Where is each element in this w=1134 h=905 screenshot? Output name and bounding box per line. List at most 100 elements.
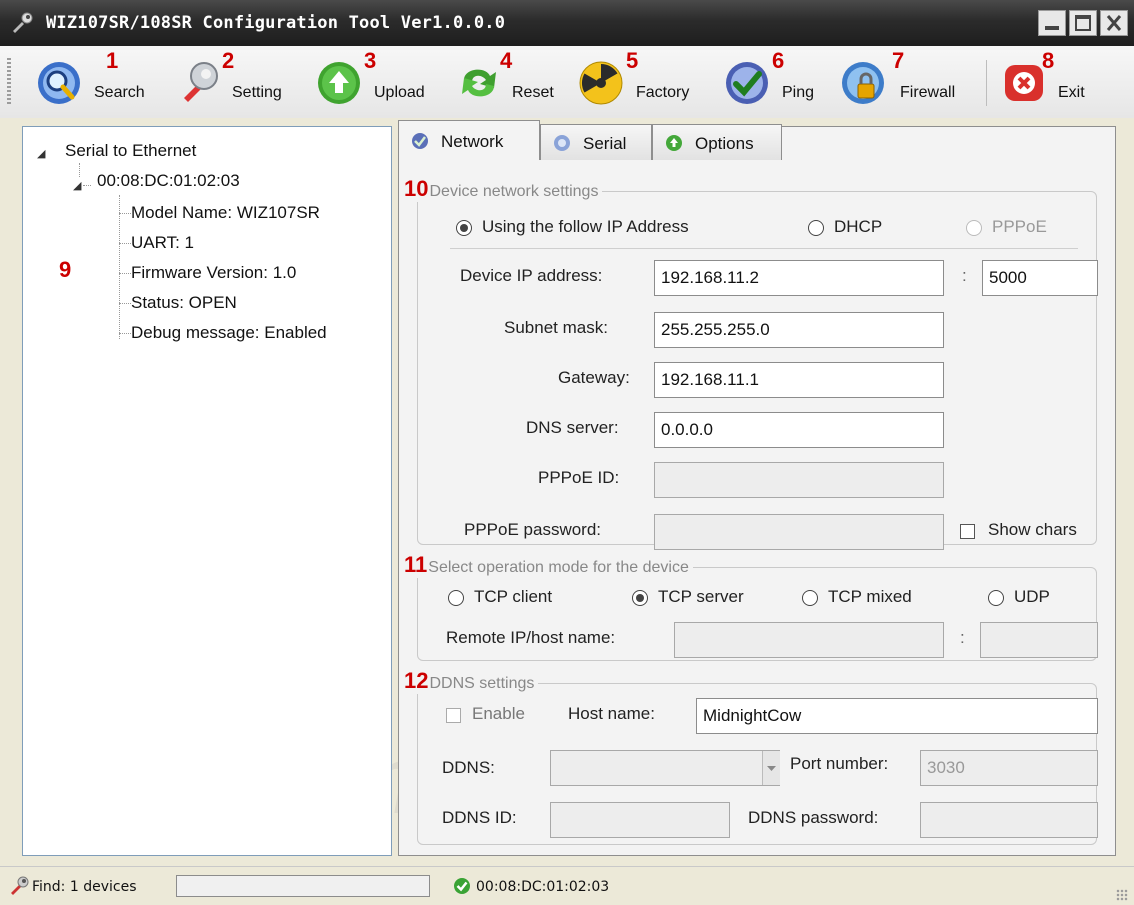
callout-number: 2 bbox=[222, 48, 235, 73]
tree-item[interactable]: UART: 1 bbox=[131, 233, 194, 253]
tab-serial-label: Serial bbox=[583, 134, 627, 153]
radio-tcp-mixed-label: TCP mixed bbox=[828, 587, 912, 606]
radio-udp-label: UDP bbox=[1014, 587, 1050, 606]
port-number-input[interactable]: 3030 bbox=[920, 750, 1098, 786]
setting-button[interactable]: 2 Setting bbox=[174, 48, 304, 110]
check-circle-icon bbox=[454, 878, 470, 894]
wrench-app-icon bbox=[13, 12, 33, 33]
wrench-icon bbox=[184, 62, 218, 102]
serial-tab-icon bbox=[554, 135, 570, 151]
toolbar: 1 Search 2 Setting 3 Upload 4 Reset 5 Fa… bbox=[0, 46, 1134, 119]
firewall-button[interactable]: 7 Firewall bbox=[840, 48, 978, 110]
device-port-input[interactable]: 5000 bbox=[982, 260, 1098, 296]
radio-static-ip[interactable] bbox=[456, 220, 472, 236]
radio-udp[interactable] bbox=[988, 590, 1004, 606]
port-separator: : bbox=[962, 266, 967, 285]
callout-number: 6 bbox=[772, 48, 785, 73]
ddns-enable-label: Enable bbox=[472, 704, 525, 723]
port-number-label: Port number: bbox=[790, 754, 889, 773]
search-progress-bar bbox=[176, 875, 430, 897]
pppoe-id-input[interactable] bbox=[654, 462, 944, 498]
tree-item[interactable]: Model Name: WIZ107SR bbox=[131, 203, 320, 223]
maximize-button[interactable] bbox=[1069, 10, 1097, 36]
remote-port-input[interactable] bbox=[980, 622, 1098, 658]
group-legend: 11Select operation mode for the device bbox=[404, 552, 693, 578]
ping-icon bbox=[726, 62, 768, 104]
close-button[interactable] bbox=[1100, 10, 1128, 36]
radio-tcp-server-label: TCP server bbox=[658, 587, 744, 606]
search-icon bbox=[38, 62, 80, 104]
device-tree[interactable]: ◢ Serial to Ethernet ◢ 00:08:DC:01:02:03… bbox=[22, 126, 392, 856]
expand-arrow-icon[interactable]: ◢ bbox=[37, 147, 45, 160]
search-button[interactable]: 1 Search bbox=[36, 48, 162, 110]
minimize-button[interactable] bbox=[1038, 10, 1066, 36]
firewall-icon bbox=[842, 62, 884, 104]
gateway-input[interactable]: 192.168.11.1 bbox=[654, 362, 944, 398]
ddns-password-input[interactable] bbox=[920, 802, 1098, 838]
firewall-label: Firewall bbox=[900, 84, 956, 101]
selected-device-mac: 00:08:DC:01:02:03 bbox=[476, 879, 610, 895]
radio-pppoe-label: PPPoE bbox=[992, 217, 1047, 236]
remote-host-input[interactable] bbox=[674, 622, 944, 658]
expand-arrow-icon[interactable]: ◢ bbox=[73, 179, 81, 192]
pppoe-password-input[interactable] bbox=[654, 514, 944, 550]
toolbar-grip[interactable] bbox=[7, 58, 11, 106]
callout-number: 8 bbox=[1042, 48, 1055, 73]
reset-button[interactable]: 4 Reset bbox=[456, 48, 572, 110]
remote-host-label: Remote IP/host name: bbox=[446, 628, 616, 647]
ping-label: Ping bbox=[782, 84, 815, 101]
show-chars-checkbox[interactable] bbox=[960, 524, 975, 539]
radio-tcp-mixed[interactable] bbox=[802, 590, 818, 606]
factory-button[interactable]: 5 Factory bbox=[578, 48, 708, 110]
divider bbox=[450, 248, 1078, 249]
ping-button[interactable]: 6 Ping bbox=[724, 48, 830, 110]
radio-tcp-client[interactable] bbox=[448, 590, 464, 606]
toolbar-separator bbox=[986, 60, 987, 106]
host-name-input[interactable]: MidnightCow bbox=[696, 698, 1098, 734]
radio-tcp-client-label: TCP client bbox=[474, 587, 553, 606]
subnet-mask-input[interactable]: 255.255.255.0 bbox=[654, 312, 944, 348]
radio-tcp-server[interactable] bbox=[632, 590, 648, 606]
radio-pppoe[interactable] bbox=[966, 220, 982, 236]
tree-root-node[interactable]: Serial to Ethernet bbox=[65, 141, 196, 161]
exit-button[interactable]: 8 Exit bbox=[1002, 48, 1102, 110]
callout-number: 4 bbox=[500, 48, 513, 73]
tab-options[interactable]: Options bbox=[652, 124, 782, 160]
dns-server-label: DNS server: bbox=[526, 418, 619, 437]
setting-label: Setting bbox=[232, 84, 282, 101]
status-bar: Find: 1 devices 00:08:DC:01:02:03 bbox=[0, 866, 1134, 905]
group-legend: 10Device network settings bbox=[404, 176, 603, 202]
tab-serial[interactable]: Serial bbox=[540, 124, 652, 160]
ddns-enable-checkbox[interactable] bbox=[446, 708, 461, 723]
upload-label: Upload bbox=[374, 84, 425, 101]
remote-port-separator: : bbox=[960, 628, 965, 647]
search-label: Search bbox=[94, 84, 145, 101]
tab-options-label: Options bbox=[695, 134, 754, 153]
chevron-down-icon[interactable] bbox=[762, 751, 780, 785]
callout-number: 1 bbox=[106, 48, 119, 73]
subnet-mask-label: Subnet mask: bbox=[504, 318, 608, 337]
wrench-icon bbox=[11, 876, 29, 895]
ddns-label: DDNS: bbox=[442, 758, 495, 777]
pppoe-id-label: PPPoE ID: bbox=[538, 468, 620, 487]
window-title: WIZ107SR/108SR Configuration Tool Ver1.0… bbox=[46, 13, 506, 33]
factory-icon bbox=[579, 61, 623, 105]
tree-item[interactable]: Firmware Version: 1.0 bbox=[131, 263, 296, 283]
device-ip-input[interactable]: 192.168.11.2 bbox=[654, 260, 944, 296]
ddns-password-label: DDNS password: bbox=[748, 808, 879, 827]
ddns-id-label: DDNS ID: bbox=[442, 808, 517, 827]
tree-item[interactable]: Debug message: Enabled bbox=[131, 323, 327, 343]
ddns-id-input[interactable] bbox=[550, 802, 730, 838]
upload-button[interactable]: 3 Upload bbox=[316, 48, 446, 110]
dns-server-input[interactable]: 0.0.0.0 bbox=[654, 412, 944, 448]
tree-item[interactable]: Status: OPEN bbox=[131, 293, 237, 313]
group-legend: 12DDNS settings bbox=[404, 668, 539, 694]
tree-device-node[interactable]: 00:08:DC:01:02:03 bbox=[97, 171, 240, 191]
callout-number: 7 bbox=[892, 48, 905, 73]
exit-label: Exit bbox=[1058, 84, 1085, 101]
resize-grip[interactable] bbox=[1116, 889, 1128, 901]
tab-network[interactable]: Network bbox=[398, 120, 540, 160]
radio-dhcp[interactable] bbox=[808, 220, 824, 236]
ddns-select[interactable] bbox=[550, 750, 780, 786]
radio-dhcp-label: DHCP bbox=[834, 217, 883, 236]
